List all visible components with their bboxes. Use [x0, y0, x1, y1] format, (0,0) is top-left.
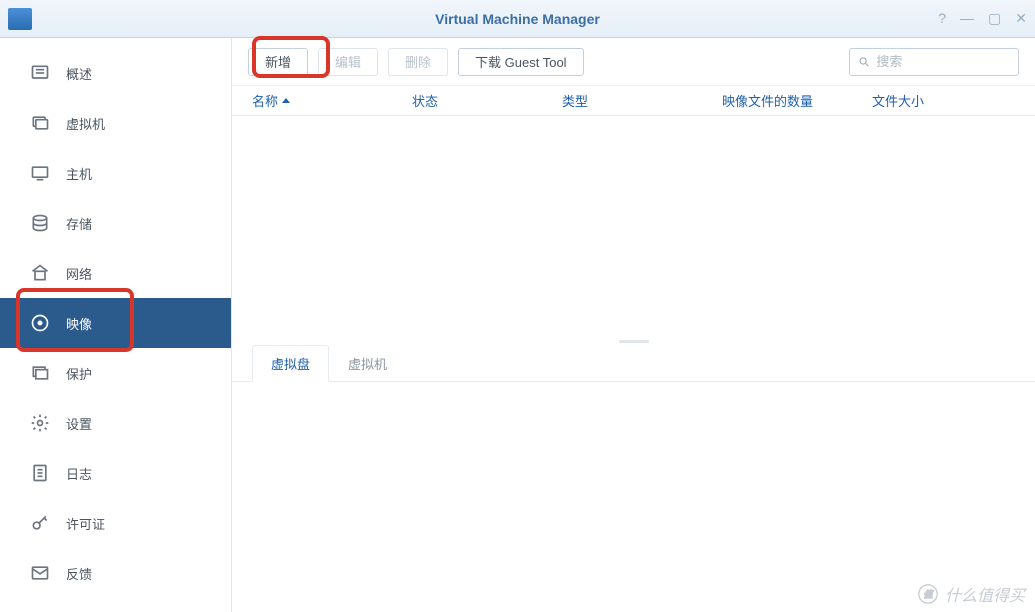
- title-bar: Virtual Machine Manager ? — ▢ ✕: [0, 0, 1035, 38]
- sort-asc-icon: [282, 98, 290, 103]
- sidebar-item-label: 网络: [66, 264, 92, 283]
- network-icon: [28, 261, 52, 285]
- sidebar-item-overview[interactable]: 概述: [0, 48, 231, 98]
- protection-icon: [28, 361, 52, 385]
- key-icon: [28, 511, 52, 535]
- sidebar-item-host[interactable]: 主机: [0, 148, 231, 198]
- sidebar-item-label: 映像: [66, 314, 92, 333]
- feedback-icon: [28, 561, 52, 585]
- table-body: [232, 116, 1035, 336]
- sidebar-item-license[interactable]: 许可证: [0, 498, 231, 548]
- search-input[interactable]: [876, 54, 1010, 69]
- svg-text:值: 值: [923, 590, 934, 600]
- sub-tab-body: [232, 382, 1035, 612]
- sidebar-item-logs[interactable]: 日志: [0, 448, 231, 498]
- logs-icon: [28, 461, 52, 485]
- sub-tabs: 虚拟盘 虚拟机: [232, 346, 1035, 382]
- app-title: Virtual Machine Manager: [435, 11, 600, 27]
- sidebar-item-settings[interactable]: 设置: [0, 398, 231, 448]
- sidebar-item-image[interactable]: 映像: [0, 298, 231, 348]
- gear-icon: [28, 411, 52, 435]
- sidebar-item-network[interactable]: 网络: [0, 248, 231, 298]
- sidebar-item-vm[interactable]: 虚拟机: [0, 98, 231, 148]
- search-box[interactable]: [849, 48, 1019, 76]
- watermark-icon: 值: [917, 583, 939, 605]
- column-file-size[interactable]: 文件大小: [872, 91, 1035, 110]
- add-button[interactable]: 新增: [248, 48, 308, 76]
- overview-icon: [28, 61, 52, 85]
- help-button[interactable]: ?: [938, 10, 946, 27]
- image-icon: [28, 311, 52, 335]
- app-icon: [8, 8, 32, 30]
- column-type[interactable]: 类型: [562, 91, 722, 110]
- edit-button[interactable]: 编辑: [318, 48, 378, 76]
- sidebar-item-label: 保护: [66, 364, 92, 383]
- window-controls: ? — ▢ ✕: [938, 10, 1027, 27]
- download-guest-tool-button[interactable]: 下载 Guest Tool: [458, 48, 584, 76]
- sub-tab-virtual-disk[interactable]: 虚拟盘: [252, 345, 329, 382]
- vm-icon: [28, 111, 52, 135]
- sidebar-item-label: 概述: [66, 64, 92, 83]
- sidebar-item-label: 主机: [66, 164, 92, 183]
- sidebar-item-label: 日志: [66, 464, 92, 483]
- maximize-button[interactable]: ▢: [988, 10, 1001, 27]
- sidebar: 概述 虚拟机 主机 存储 网络: [0, 38, 232, 612]
- column-image-count[interactable]: 映像文件的数量: [722, 91, 872, 110]
- sub-tab-virtual-machine[interactable]: 虚拟机: [329, 345, 406, 381]
- close-button[interactable]: ✕: [1015, 10, 1027, 27]
- sidebar-item-label: 虚拟机: [66, 114, 105, 133]
- column-status[interactable]: 状态: [412, 91, 562, 110]
- column-name[interactable]: 名称: [252, 91, 412, 110]
- sidebar-item-label: 反馈: [66, 564, 92, 583]
- host-icon: [28, 161, 52, 185]
- search-icon: [858, 55, 870, 69]
- sidebar-item-feedback[interactable]: 反馈: [0, 548, 231, 598]
- minimize-button[interactable]: —: [960, 10, 974, 27]
- content-area: 新增 编辑 删除 下载 Guest Tool 名称 状态 类型 映像文件的数量 …: [232, 38, 1035, 612]
- watermark: 值 什么值得买: [917, 582, 1025, 606]
- toolbar: 新增 编辑 删除 下载 Guest Tool: [232, 38, 1035, 86]
- storage-icon: [28, 211, 52, 235]
- table-header: 名称 状态 类型 映像文件的数量 文件大小: [232, 86, 1035, 116]
- delete-button[interactable]: 删除: [388, 48, 448, 76]
- sidebar-item-label: 设置: [66, 414, 92, 433]
- sidebar-item-storage[interactable]: 存储: [0, 198, 231, 248]
- sidebar-item-label: 许可证: [66, 514, 105, 533]
- sidebar-item-protection[interactable]: 保护: [0, 348, 231, 398]
- sidebar-item-label: 存储: [66, 214, 92, 233]
